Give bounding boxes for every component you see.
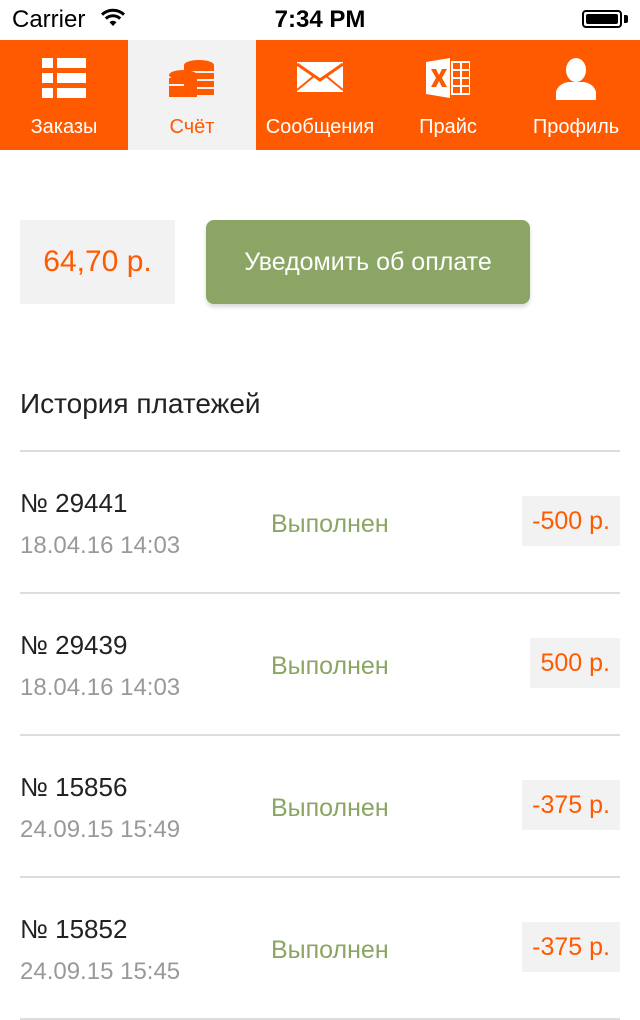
payment-status: Выполнен — [271, 652, 389, 680]
payment-date: 18.04.16 14:03 — [20, 674, 181, 701]
payment-number: № 29441 — [20, 488, 128, 518]
tab-orders[interactable]: Заказы — [0, 40, 128, 150]
history-title: История платежей — [20, 388, 261, 419]
tab-messages[interactable]: Сообщения — [256, 40, 384, 150]
coins-icon — [128, 58, 256, 102]
notify-payment-button[interactable]: Уведомить об оплате — [206, 220, 530, 304]
payment-number: № 29439 — [20, 630, 128, 660]
tab-messages-label: Сообщения — [265, 116, 375, 138]
payment-date: 24.09.15 15:49 — [20, 816, 181, 843]
tab-account-label: Счёт — [169, 116, 215, 138]
tab-bar: Заказы Счёт Сообщения Прайс Профиль — [0, 40, 640, 150]
user-icon — [512, 58, 640, 102]
status-bar: Carrier 7:34 PM — [0, 0, 640, 40]
payment-status: Выполнен — [271, 936, 389, 964]
tab-price[interactable]: Прайс — [384, 40, 512, 150]
payment-amount: -500 р. — [522, 496, 620, 546]
list-item[interactable]: № 29439 18.04.16 14:03 Выполнен 500 р. — [0, 594, 640, 736]
list-icon — [0, 58, 128, 102]
tab-profile[interactable]: Профиль — [512, 40, 640, 150]
battery-icon — [582, 10, 628, 30]
tab-orders-label: Заказы — [30, 116, 98, 138]
payment-amount: -375 р. — [522, 922, 620, 972]
payment-date: 24.09.15 15:45 — [20, 958, 181, 985]
payment-history-list: № 29441 18.04.16 14:03 Выполнен -500 р. … — [0, 452, 640, 1020]
payment-amount: 500 р. — [530, 638, 620, 688]
list-item[interactable]: № 15856 24.09.15 15:49 Выполнен -375 р. — [0, 736, 640, 878]
list-item[interactable]: № 15852 24.09.15 15:45 Выполнен -375 р. — [0, 878, 640, 1020]
payment-status: Выполнен — [271, 794, 389, 822]
payment-date: 18.04.16 14:03 — [20, 532, 181, 559]
payment-status: Выполнен — [271, 510, 389, 538]
clock: 7:34 PM — [274, 6, 366, 33]
tab-profile-label: Профиль — [532, 116, 620, 138]
payment-number: № 15856 — [20, 772, 128, 802]
list-item[interactable]: № 29441 18.04.16 14:03 Выполнен -500 р. — [0, 452, 640, 594]
envelope-icon — [256, 58, 384, 102]
tab-account[interactable]: Счёт — [128, 40, 256, 150]
excel-icon — [384, 58, 512, 102]
balance-value: 64,70 р. — [20, 220, 175, 304]
payment-number: № 15852 — [20, 914, 128, 944]
tab-price-label: Прайс — [419, 116, 477, 138]
payment-amount: -375 р. — [522, 780, 620, 830]
